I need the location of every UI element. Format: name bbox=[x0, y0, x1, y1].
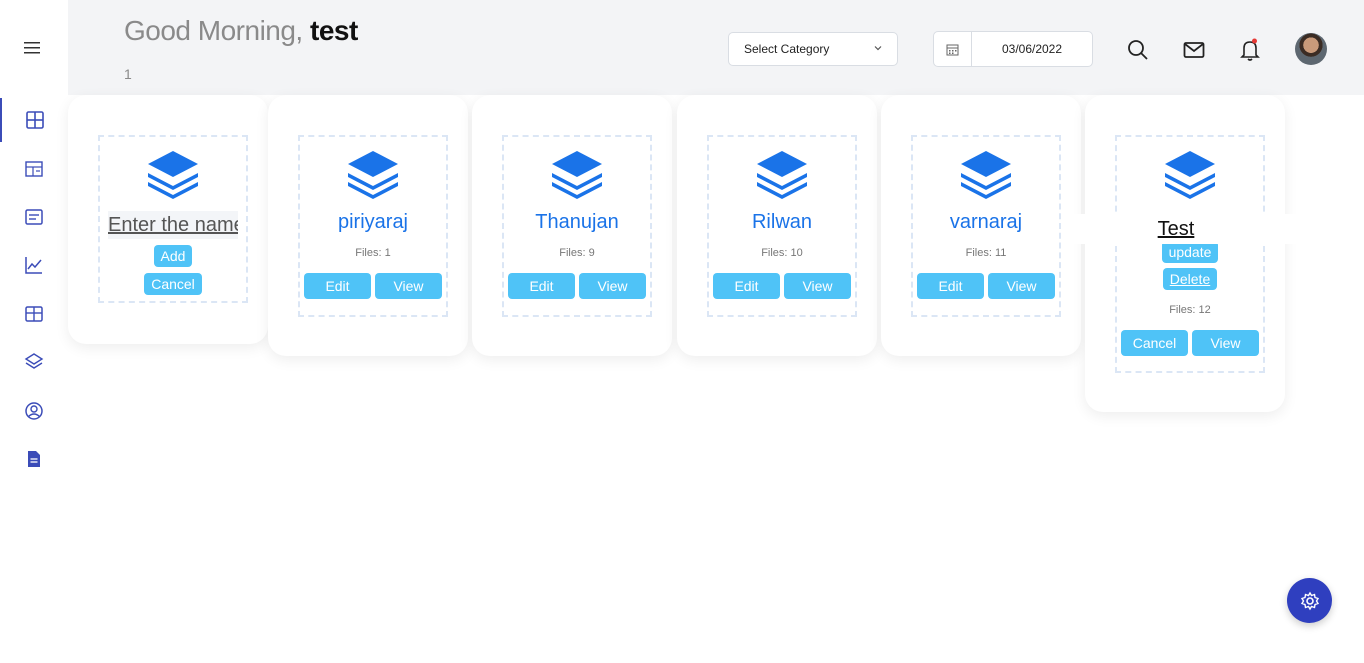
view-button[interactable]: View bbox=[988, 273, 1055, 299]
dashboard-icon bbox=[26, 111, 44, 129]
file-count: Files: 10 bbox=[761, 247, 803, 259]
category-select[interactable]: Select Category bbox=[728, 32, 898, 66]
document-icon bbox=[28, 451, 40, 467]
new-folder-card: Add Cancel bbox=[68, 95, 268, 344]
sidebar-item-list[interactable] bbox=[0, 195, 68, 239]
cancel-button[interactable]: Cancel bbox=[144, 273, 202, 295]
card-content: Thanujan Files: 9 Edit View bbox=[502, 135, 652, 317]
folder-card-editing: update Delete Files: 12 Cancel View bbox=[1085, 95, 1285, 412]
folder-card: Thanujan Files: 9 Edit View bbox=[472, 95, 672, 356]
update-button[interactable]: update bbox=[1161, 241, 1219, 263]
layout-icon bbox=[25, 161, 43, 177]
layers-icon bbox=[757, 151, 807, 199]
folder-name[interactable]: Rilwan bbox=[709, 211, 855, 237]
sidebar-item-table[interactable] bbox=[0, 292, 68, 336]
delete-button[interactable]: Delete bbox=[1162, 268, 1218, 290]
folder-card: piriyaraj Files: 1 Edit View bbox=[268, 95, 468, 356]
greeting-subline: 1 bbox=[124, 66, 132, 82]
folder-name-input[interactable] bbox=[108, 211, 238, 239]
layers-icon bbox=[552, 151, 602, 199]
settings-button[interactable] bbox=[1287, 578, 1332, 623]
menu-icon[interactable] bbox=[22, 38, 42, 58]
cancel-button[interactable]: Cancel bbox=[1121, 330, 1188, 356]
greeting: Good Morning, test bbox=[124, 15, 358, 47]
card-content: Add Cancel bbox=[98, 135, 248, 303]
layers-icon bbox=[348, 151, 398, 199]
folder-name[interactable]: Thanujan bbox=[504, 211, 650, 237]
sidebar bbox=[0, 0, 68, 663]
view-button[interactable]: View bbox=[579, 273, 646, 299]
view-button[interactable]: View bbox=[1192, 330, 1259, 356]
file-count: Files: 9 bbox=[559, 247, 595, 259]
chart-icon bbox=[25, 257, 42, 274]
date-picker[interactable]: 03/06/2022 bbox=[933, 31, 1093, 67]
view-button[interactable]: View bbox=[784, 273, 851, 299]
edit-button[interactable]: Edit bbox=[713, 273, 780, 299]
card-content: piriyaraj Files: 1 Edit View bbox=[298, 135, 448, 317]
avatar[interactable] bbox=[1295, 33, 1327, 65]
sidebar-item-analytics[interactable] bbox=[0, 243, 68, 287]
sidebar-item-profile[interactable] bbox=[0, 389, 68, 433]
layers-icon bbox=[148, 151, 198, 199]
edit-button[interactable]: Edit bbox=[917, 273, 984, 299]
sidebar-item-layers[interactable] bbox=[0, 340, 68, 384]
view-button[interactable]: View bbox=[375, 273, 442, 299]
card-content: update Delete Files: 12 Cancel View bbox=[1115, 135, 1265, 373]
notification-bell-icon[interactable] bbox=[1238, 38, 1262, 62]
file-count: Files: 12 bbox=[1169, 304, 1211, 316]
sidebar-item-layout[interactable] bbox=[0, 147, 68, 191]
sidebar-item-dashboard[interactable] bbox=[0, 98, 68, 142]
edit-button[interactable]: Edit bbox=[508, 273, 575, 299]
add-button[interactable]: Add bbox=[153, 245, 193, 267]
sidebar-item-documents[interactable] bbox=[0, 437, 68, 481]
folder-name-edit-field[interactable]: Test bbox=[1063, 214, 1303, 244]
gear-icon bbox=[1300, 591, 1319, 610]
layers-icon bbox=[961, 151, 1011, 199]
date-value: 03/06/2022 bbox=[1001, 42, 1063, 56]
calendar-icon[interactable] bbox=[934, 32, 972, 66]
layers-icon bbox=[24, 353, 44, 369]
list-icon bbox=[25, 209, 43, 225]
category-select-value: Select Category bbox=[744, 42, 830, 56]
layers-icon bbox=[1165, 151, 1215, 199]
file-count: Files: 1 bbox=[355, 247, 391, 259]
folder-name[interactable]: piriyaraj bbox=[300, 211, 446, 237]
card-content: Rilwan Files: 10 Edit View bbox=[707, 135, 857, 317]
folder-name-edit-value: Test bbox=[1157, 218, 1195, 240]
username: test bbox=[310, 15, 358, 46]
mail-icon[interactable] bbox=[1182, 38, 1206, 62]
user-icon bbox=[25, 402, 43, 420]
folder-name[interactable]: varnaraj bbox=[913, 211, 1059, 237]
file-count: Files: 11 bbox=[965, 247, 1007, 259]
chevron-down-icon bbox=[874, 46, 882, 51]
greeting-text: Good Morning, bbox=[124, 15, 303, 46]
folder-card: Rilwan Files: 10 Edit View bbox=[677, 95, 877, 356]
table-icon bbox=[25, 306, 43, 322]
edit-button[interactable]: Edit bbox=[304, 273, 371, 299]
search-icon[interactable] bbox=[1126, 38, 1150, 62]
card-content: varnaraj Files: 11 Edit View bbox=[911, 135, 1061, 317]
